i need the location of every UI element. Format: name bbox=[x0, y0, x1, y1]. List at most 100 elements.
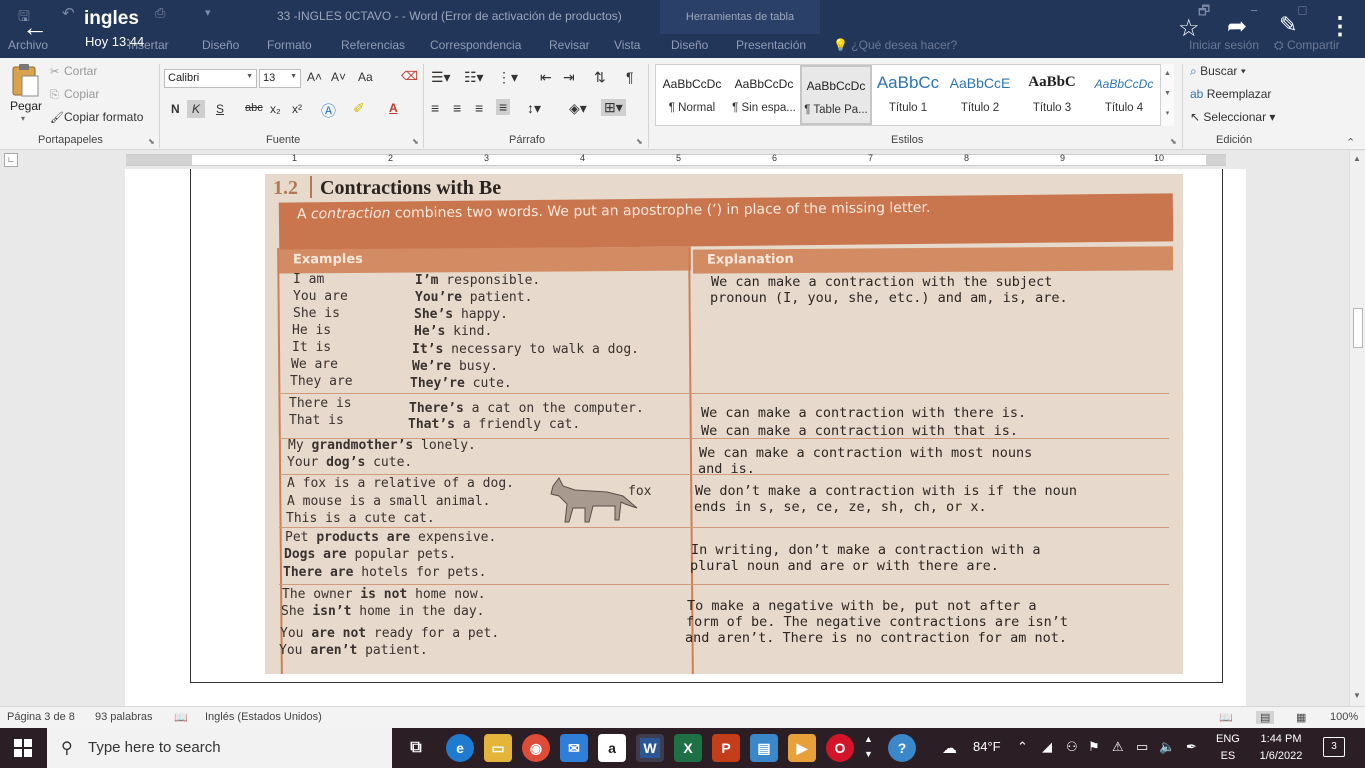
weather-temp[interactable]: 84°F bbox=[973, 739, 1001, 754]
superscript-button[interactable]: x² bbox=[292, 102, 302, 116]
multilevel-list-icon[interactable]: ⋮▾ bbox=[497, 69, 518, 86]
battery-icon[interactable]: ▭ bbox=[1136, 739, 1148, 755]
font-launcher-icon[interactable]: ⬊ bbox=[412, 137, 419, 146]
collapse-ribbon-icon[interactable]: ⌃ bbox=[1346, 136, 1355, 149]
tab-formato[interactable]: Formato bbox=[267, 38, 312, 52]
replace-button[interactable]: ab Reemplazar bbox=[1190, 87, 1271, 101]
tab-vista[interactable]: Vista bbox=[614, 38, 640, 52]
scroll-up-icon[interactable]: ▲ bbox=[1353, 154, 1361, 163]
customize-qat-icon[interactable]: ▾ bbox=[205, 6, 211, 19]
page-count[interactable]: Página 3 de 8 bbox=[7, 711, 75, 723]
align-left-icon[interactable]: ≡ bbox=[431, 100, 439, 116]
justify-icon[interactable]: ≡ bbox=[496, 99, 511, 115]
align-right-icon[interactable]: ≡ bbox=[475, 100, 483, 116]
language-indicator[interactable]: Inglés (Estados Unidos) bbox=[205, 711, 322, 723]
show-marks-icon[interactable]: ¶ bbox=[626, 69, 634, 85]
style-normal[interactable]: AaBbCcDc ¶ Normal bbox=[656, 65, 728, 125]
underline-button[interactable]: S bbox=[216, 102, 224, 116]
horizontal-ruler[interactable]: 1 2 3 4 5 6 7 8 9 10 bbox=[126, 153, 1226, 166]
line-spacing-icon[interactable]: ↕▾ bbox=[527, 100, 541, 117]
more-options-icon[interactable]: ⋮ bbox=[1328, 12, 1352, 41]
cut-button[interactable]: ✂ Cortar bbox=[50, 64, 97, 78]
style-heading-4[interactable]: AaBbCcDc Título 4 bbox=[1088, 65, 1160, 125]
word-count[interactable]: 93 palabras bbox=[95, 711, 153, 723]
help-icon[interactable]: ? bbox=[888, 734, 916, 762]
decrease-indent-icon[interactable]: ⇤ bbox=[540, 69, 552, 86]
select-button[interactable]: ↖ Seleccionar ▾ bbox=[1190, 110, 1275, 124]
paragraph-launcher-icon[interactable]: ⬊ bbox=[636, 137, 643, 146]
format-painter-button[interactable]: 🖌Copiar formato bbox=[50, 110, 143, 124]
zoom-level[interactable]: 100% bbox=[1330, 711, 1358, 723]
document-page[interactable]: 1.2 Contractions with Be A contraction co… bbox=[125, 169, 1246, 706]
subscript-button[interactable]: x₂ bbox=[270, 102, 281, 116]
app-icon[interactable]: ▤ bbox=[750, 734, 778, 762]
tray-icon[interactable]: ⚇ bbox=[1066, 739, 1078, 755]
tell-me-search[interactable]: 💡 ¿Qué desea hacer? bbox=[833, 38, 957, 52]
taskbar-search-box[interactable]: ⚲ Type here to search bbox=[47, 728, 392, 768]
proofing-icon[interactable]: 📖 bbox=[174, 711, 188, 724]
scroll-down-icon[interactable]: ▼ bbox=[1353, 691, 1361, 700]
share-arrow-icon[interactable]: ➦ bbox=[1227, 12, 1247, 41]
input-language[interactable]: ENG ES bbox=[1216, 731, 1240, 765]
styles-scroll-buttons[interactable]: ▲ ▼ ▾ bbox=[1160, 64, 1174, 126]
italic-button[interactable]: K bbox=[187, 100, 206, 118]
word-app-icon[interactable]: W bbox=[636, 734, 664, 762]
grow-font-button[interactable]: A˄ bbox=[307, 70, 322, 84]
paste-icon[interactable] bbox=[10, 62, 40, 98]
taskbar-overflow-icon[interactable]: ▲ ▼ bbox=[864, 732, 873, 762]
vertical-scrollbar[interactable]: ▲ ▼ bbox=[1349, 151, 1365, 706]
tab-selector-icon[interactable]: ∟ bbox=[4, 153, 18, 167]
paste-dropdown-icon[interactable]: ▾ bbox=[21, 114, 25, 123]
amazon-icon[interactable]: a bbox=[598, 734, 626, 762]
network-icon[interactable]: ◢ bbox=[1042, 739, 1052, 755]
document-area[interactable]: 1.2 Contractions with Be A contraction co… bbox=[0, 169, 1349, 706]
tab-diseno[interactable]: Diseño bbox=[202, 38, 239, 52]
pen-tray-icon[interactable]: ✒ bbox=[1186, 739, 1197, 755]
notifications-icon[interactable]: 3 bbox=[1323, 737, 1345, 757]
clipboard-launcher-icon[interactable]: ⬊ bbox=[148, 137, 155, 146]
system-clock[interactable]: 1:44 PM 1/6/2022 bbox=[1253, 731, 1309, 765]
tray-icon[interactable]: ⚠ bbox=[1112, 739, 1124, 755]
change-case-button[interactable]: Aa bbox=[358, 70, 373, 84]
copy-button[interactable]: ⎘ Copiar bbox=[50, 87, 99, 102]
edge-browser-icon[interactable]: e bbox=[446, 734, 474, 762]
read-mode-icon[interactable]: 📖 bbox=[1219, 711, 1233, 724]
tab-referencias[interactable]: Referencias bbox=[341, 38, 405, 52]
star-icon[interactable]: ☆ bbox=[1178, 14, 1200, 43]
style-table-paragraph[interactable]: AaBbCcDc ¶ Table Pa... bbox=[800, 65, 872, 125]
text-effects-icon[interactable]: Ⓐ bbox=[321, 100, 336, 121]
align-center-icon[interactable]: ≡ bbox=[453, 100, 461, 116]
style-no-spacing[interactable]: AaBbCcDc ¶ Sin espa... bbox=[728, 65, 800, 125]
print-icon[interactable]: ⎙ bbox=[155, 5, 165, 21]
powerpoint-icon[interactable]: P bbox=[712, 734, 740, 762]
excel-icon[interactable]: X bbox=[674, 734, 702, 762]
increase-indent-icon[interactable]: ⇥ bbox=[563, 69, 575, 86]
back-arrow-icon[interactable]: ← bbox=[22, 12, 48, 43]
tab-correspondencia[interactable]: Correspondencia bbox=[430, 38, 521, 52]
shading-icon[interactable]: ◈▾ bbox=[569, 100, 587, 117]
style-heading-3[interactable]: AaBbC Título 3 bbox=[1016, 65, 1088, 125]
window-controls[interactable]: 🗗−◻ bbox=[1198, 2, 1347, 24]
table-cell-border[interactable]: 1.2 Contractions with Be A contraction co… bbox=[190, 169, 1223, 683]
font-size-select[interactable]: 13 ▼ bbox=[259, 69, 301, 88]
sort-icon[interactable]: ⇅ bbox=[594, 69, 606, 86]
bold-button[interactable]: N bbox=[171, 102, 180, 116]
opera-icon[interactable]: O bbox=[826, 734, 854, 762]
bullets-icon[interactable]: ☰▾ bbox=[431, 69, 451, 86]
mail-icon[interactable]: ✉ bbox=[560, 734, 588, 762]
find-button[interactable]: ⌕ Buscar ▾ bbox=[1190, 64, 1246, 79]
font-color-button[interactable]: A bbox=[389, 101, 398, 115]
tab-presentacion[interactable]: Presentación bbox=[736, 38, 806, 52]
scrollbar-thumb[interactable] bbox=[1353, 308, 1363, 348]
tab-revisar[interactable]: Revisar bbox=[549, 38, 590, 52]
volume-icon[interactable]: 🔈 bbox=[1159, 739, 1175, 755]
task-view-icon[interactable]: ⧉ bbox=[402, 734, 430, 762]
strikethrough-button[interactable]: abc bbox=[245, 102, 263, 114]
chrome-icon[interactable]: ◉ bbox=[522, 734, 550, 762]
shrink-font-button[interactable]: A˅ bbox=[331, 70, 346, 84]
style-heading-2[interactable]: AaBbCcE Título 2 bbox=[944, 65, 1016, 125]
borders-icon[interactable]: ⊞▾ bbox=[601, 99, 626, 116]
style-heading-1[interactable]: AaBbCc Título 1 bbox=[872, 65, 944, 125]
tray-icon[interactable]: ⚑ bbox=[1088, 739, 1100, 755]
highlight-icon[interactable]: ✐ bbox=[353, 100, 365, 117]
